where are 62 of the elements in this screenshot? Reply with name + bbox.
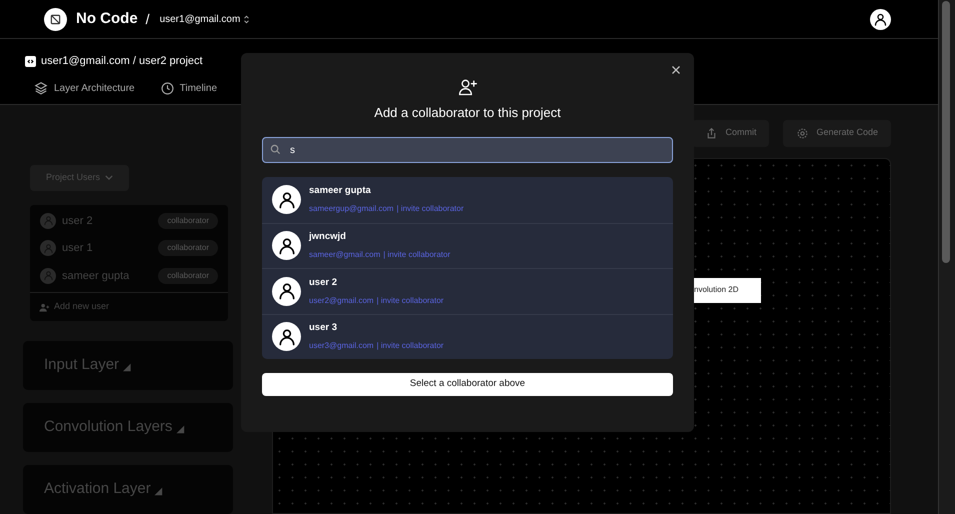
role-badge: collaborator	[158, 268, 218, 284]
clock-icon	[160, 82, 174, 95]
toolbar-button[interactable]: Commit	[692, 120, 770, 146]
select-collaborator-button[interactable]: Select a collaborator above	[262, 373, 673, 396]
layer-card[interactable]: Input Layer ◢	[23, 341, 233, 390]
chevron-updown-icon	[243, 14, 250, 24]
person-icon	[276, 326, 296, 347]
brand-name: No Code	[76, 8, 138, 29]
user-plus-icon	[458, 77, 478, 97]
add-user-button[interactable]: Add new user	[30, 293, 118, 321]
layer-title: Activation Layer	[44, 479, 151, 500]
role-badge: collaborator	[158, 240, 218, 256]
layer-card[interactable]: Convolution Layers ◢	[23, 403, 233, 452]
search-icon	[270, 144, 281, 154]
code-icon	[25, 56, 36, 68]
result-row[interactable]: user 3 user3@gmail.com | invite collaborator	[262, 314, 673, 359]
person-icon	[276, 190, 296, 210]
invite-link[interactable]: | invite collaborator	[396, 203, 464, 216]
person-icon	[276, 236, 296, 256]
layer-title: Input Layer	[44, 355, 120, 376]
layer-card[interactable]: Activation Layer ◢	[23, 465, 233, 514]
logo-icon	[44, 8, 67, 31]
nav-tab[interactable]: Timeline	[160, 80, 218, 96]
person-icon	[873, 12, 888, 27]
toolbar-button[interactable]: Generate Code	[783, 120, 891, 146]
result-email: sameergup@gmail.com	[309, 203, 394, 216]
profile-avatar-icon[interactable]	[870, 8, 891, 30]
upload-icon	[705, 126, 718, 140]
invite-link[interactable]: | invite collaborator	[383, 249, 450, 262]
layer-marker: ◢	[154, 484, 163, 498]
invite-link[interactable]: | invite collaborator	[376, 294, 444, 307]
settings-icon	[796, 126, 810, 140]
invite-link[interactable]: | invite collaborator	[376, 340, 444, 352]
layer-marker: ◢	[123, 360, 132, 374]
dialog-title: Add a collaborator to this project	[373, 104, 562, 122]
role-badge: collaborator	[158, 212, 218, 229]
nav-tab[interactable]: Layer Architecture	[34, 80, 135, 96]
result-email: sameer@gmail.com	[309, 249, 380, 262]
layers-icon	[34, 81, 48, 96]
result-name: jwncwjd	[309, 230, 347, 244]
user-plus-icon	[39, 302, 50, 312]
breadcrumb-separator: /	[146, 10, 150, 29]
layer-marker: ◢	[176, 422, 184, 436]
account-switcher[interactable]: user1@gmail.com	[160, 12, 250, 27]
chevron-down-icon	[105, 175, 113, 180]
result-name: user 3	[309, 321, 338, 336]
result-name: sameer gupta	[309, 184, 372, 198]
layer-title: Convolution Layers	[44, 417, 172, 438]
search-field[interactable]: s	[262, 137, 673, 163]
person-icon	[276, 281, 296, 302]
result-name: user 2	[309, 276, 338, 290]
result-row[interactable]: user 2 user2@gmail.com | invite collaborator	[262, 268, 673, 314]
result-row[interactable]: sameer gupta sameergup@gmail.com | invite collaborator	[262, 177, 673, 222]
result-row[interactable]: jwncwjd sameer@gmail.com | invite collaborator	[262, 222, 673, 268]
project-title: user1@gmail.com / user2 project	[41, 54, 203, 70]
layer-node[interactable]: nvolution 2D	[693, 278, 761, 302]
user-name: user 1	[62, 241, 94, 256]
close-icon[interactable]	[670, 64, 682, 76]
result-email: user2@gmail.com	[309, 294, 374, 307]
user-name: user 2	[62, 214, 94, 228]
result-email: user3@gmail.com	[309, 340, 374, 352]
user-name: sameer gupta	[62, 268, 130, 284]
